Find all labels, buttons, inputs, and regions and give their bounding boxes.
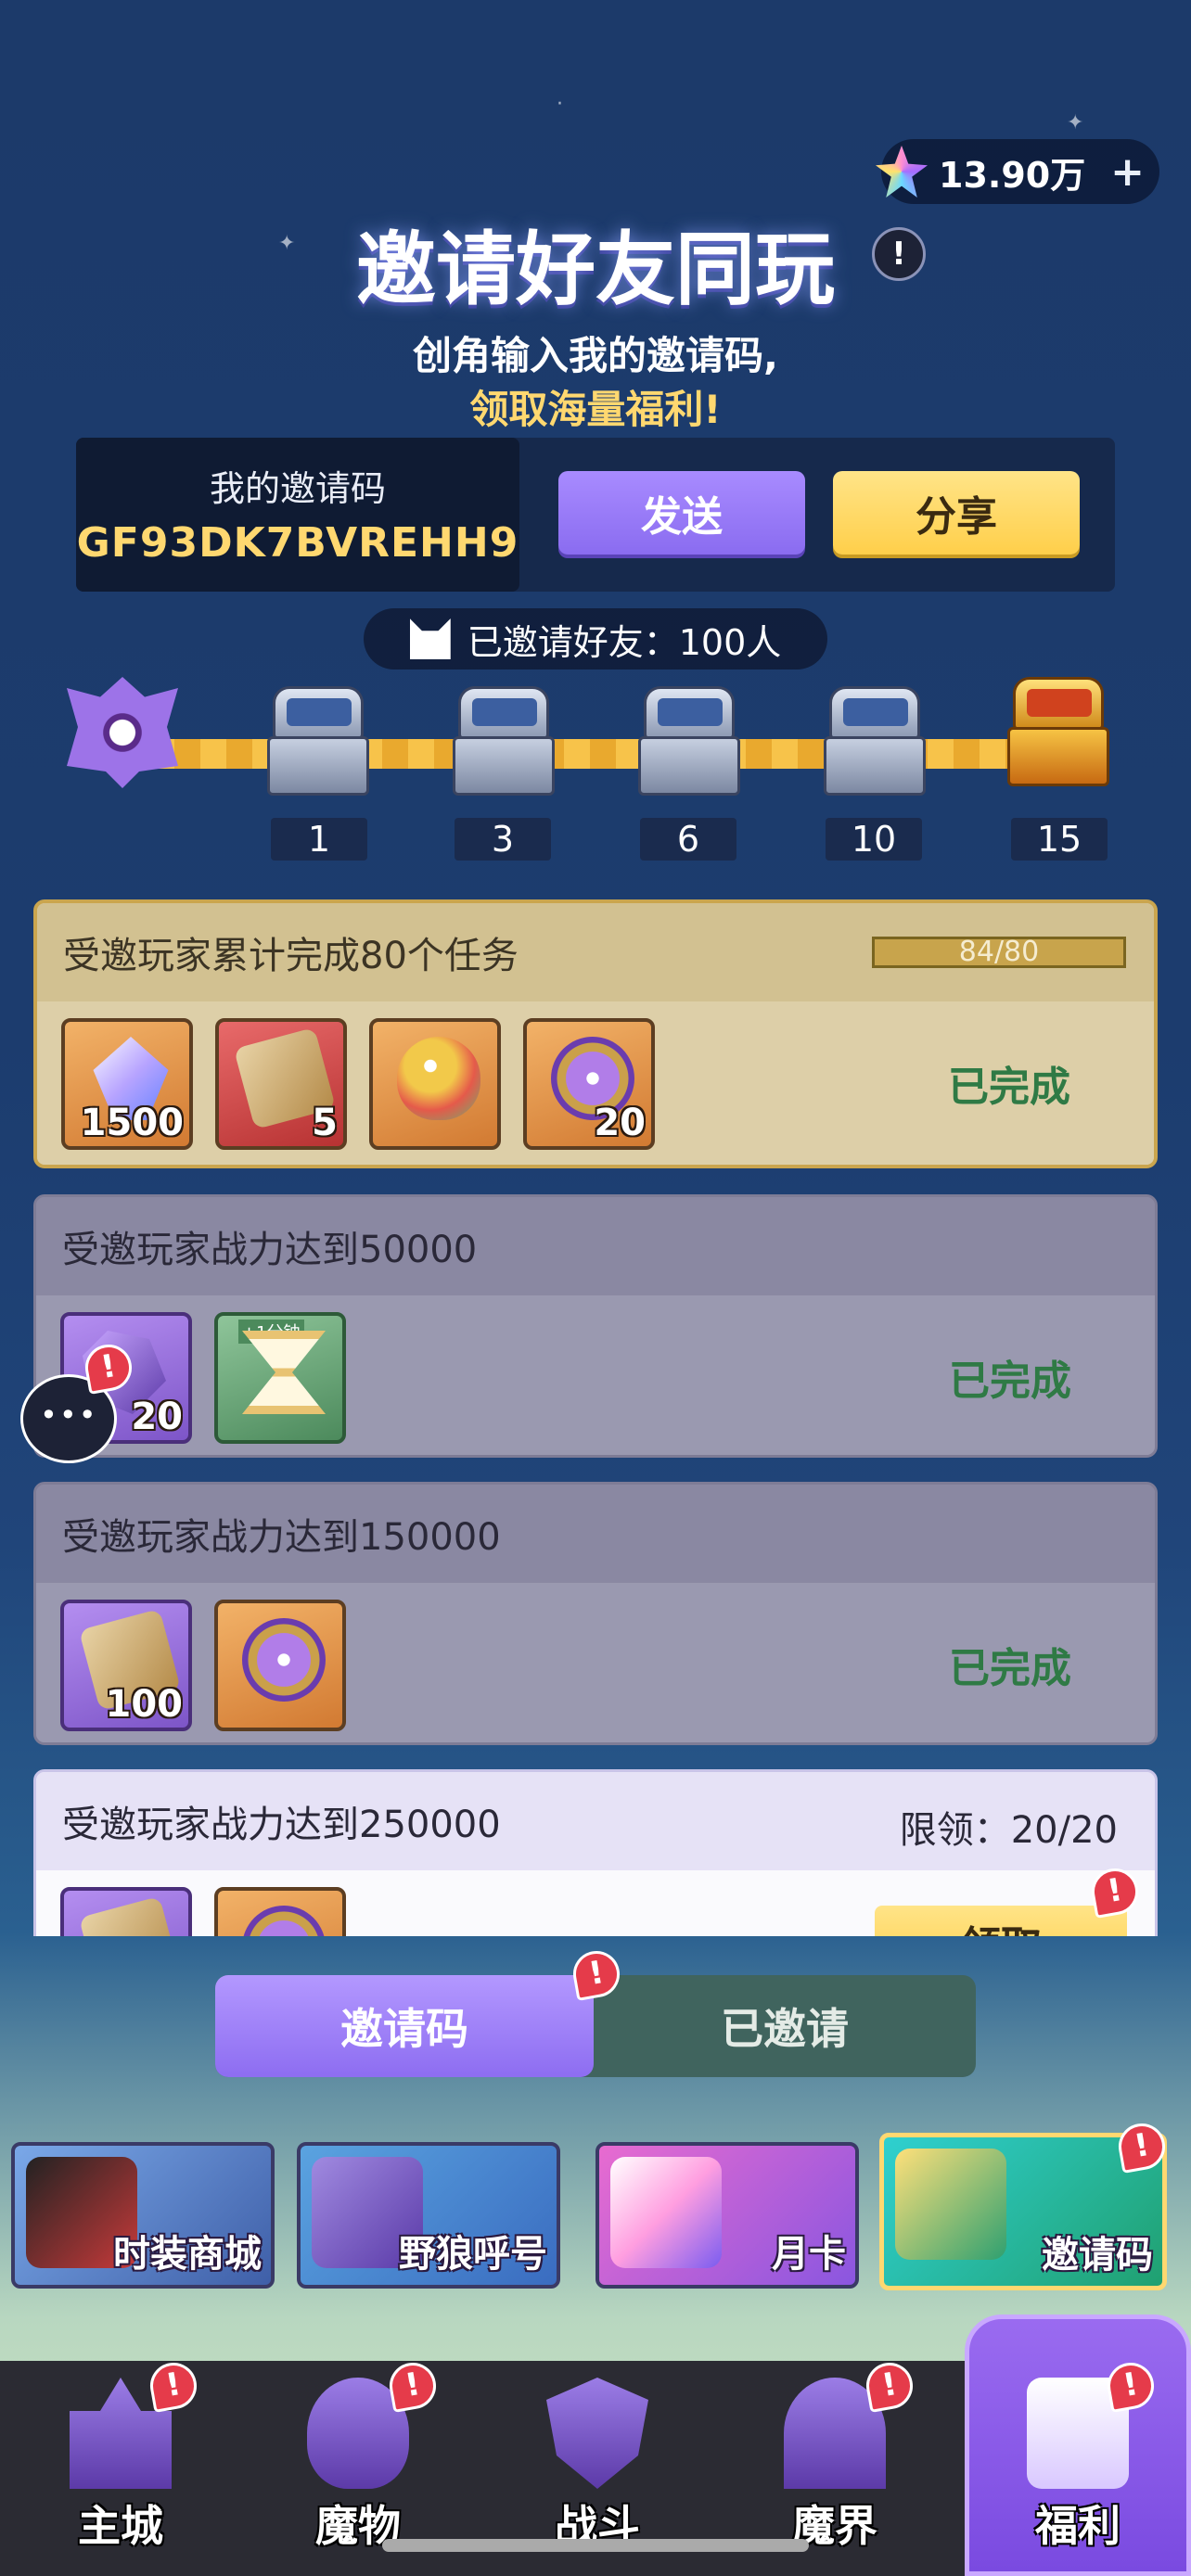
reward-item[interactable]: 100	[60, 1600, 192, 1731]
shield-icon	[546, 2378, 648, 2489]
scroll-icon	[78, 1895, 182, 1936]
gift-box-icon	[895, 2149, 1006, 2260]
banner-label: 时装商城	[113, 2233, 262, 2276]
task-status: 已完成	[949, 1358, 1071, 1405]
task-card: 受邀玩家战力达到250000 限领：20/20 领取 !	[33, 1769, 1158, 1936]
add-currency-button[interactable]: +	[1110, 148, 1145, 196]
subtitle-line2: 领取海量福利!	[469, 387, 722, 432]
page-title: 邀请好友同玩	[356, 223, 835, 316]
reward-item[interactable]: +1分钟	[214, 1312, 346, 1444]
tab-invite-code[interactable]: 邀请码	[215, 1975, 594, 2077]
task-title: 受邀玩家累计完成80个任务	[63, 935, 519, 977]
subtitle-line1: 创角输入我的邀请码,	[413, 333, 778, 378]
medal-icon	[242, 1618, 326, 1702]
chest-icon[interactable]	[453, 686, 555, 796]
invite-code-label: 我的邀请码	[209, 468, 386, 509]
task-card: 受邀玩家累计完成80个任务 84/80 1500 5 20 已完成	[33, 899, 1158, 1168]
milestone-label: 10	[826, 818, 922, 861]
milestone-label: 15	[1011, 818, 1108, 861]
alert-badge-icon: !	[1088, 1865, 1142, 1919]
task-card: 受邀玩家战力达到50000 20 +1分钟 已完成	[33, 1194, 1158, 1458]
chest-icon[interactable]	[824, 686, 926, 796]
task-progress-bar: 84/80	[872, 937, 1126, 968]
egg-icon	[397, 1037, 480, 1120]
banner-fashion-shop[interactable]: 时装商城	[11, 2142, 275, 2289]
star-crystal-icon	[876, 146, 928, 198]
invite-code-value[interactable]: GF93DK7BVREHH9	[76, 519, 519, 567]
invited-count-text: 已邀请好友：100人	[467, 621, 782, 663]
banner-label: 邀请码	[1042, 2234, 1153, 2276]
hourglass-icon	[242, 1331, 326, 1414]
claim-button[interactable]: 领取	[875, 1906, 1127, 1936]
cat-icon	[409, 618, 451, 659]
currency-value: 13.90万	[939, 154, 1086, 196]
medal-icon	[242, 1906, 326, 1936]
task-card: 受邀玩家战力达到150000 100 已完成	[33, 1482, 1158, 1745]
task-status: 已完成	[948, 1064, 1070, 1111]
chest-icon[interactable]	[267, 686, 369, 796]
currency-bar: 13.90万 +	[876, 139, 1159, 204]
task-title: 受邀玩家战力达到250000	[62, 1804, 501, 1846]
tab-invited[interactable]: 已邀请	[596, 1975, 974, 2077]
reward-qty: 1500	[80, 1102, 184, 1144]
nav-label: 福利	[1035, 2501, 1121, 2551]
task-title: 受邀玩家战力达到150000	[62, 1516, 501, 1559]
task-status: 已完成	[949, 1645, 1071, 1692]
reward-item[interactable]	[60, 1887, 192, 1936]
task-list[interactable]: 受邀玩家累计完成80个任务 84/80 1500 5 20 已完成 受邀玩家战力…	[33, 899, 1158, 1936]
milestone-label: 1	[271, 818, 367, 861]
claim-limit: 限领：20/20	[899, 1809, 1118, 1852]
task-progress-text: 84/80	[958, 936, 1040, 968]
invited-count: 已邀请好友：100人	[364, 608, 827, 670]
gold-chest-icon[interactable]	[1007, 677, 1109, 786]
invite-code-panel: 我的邀请码 GF93DK7BVREHH9 发送 分享	[76, 438, 1115, 592]
milestone-label: 3	[455, 818, 551, 861]
info-icon[interactable]: !	[872, 227, 926, 281]
mascot-icon	[67, 677, 178, 788]
nav-label: 主城	[78, 2501, 163, 2551]
reward-item[interactable]	[214, 1887, 346, 1936]
task-title: 受邀玩家战力达到50000	[62, 1229, 478, 1271]
banner-label: 野狼呼号	[399, 2233, 547, 2276]
reward-item[interactable]	[214, 1600, 346, 1731]
send-button[interactable]: 发送	[558, 471, 805, 555]
reward-item[interactable]: 1500	[61, 1018, 193, 1150]
share-button[interactable]: 分享	[833, 471, 1080, 555]
reward-qty: 20	[131, 1396, 183, 1438]
home-indicator[interactable]	[382, 2539, 809, 2552]
invite-code-box: 我的邀请码 GF93DK7BVREHH9	[76, 438, 519, 592]
reward-qty: 5	[312, 1102, 338, 1144]
star-crystal-icon	[610, 2157, 722, 2268]
banner-monthly-card[interactable]: 月卡	[596, 2142, 859, 2289]
chest-icon[interactable]	[638, 686, 740, 796]
milestone-label: 6	[640, 818, 736, 861]
reward-item[interactable]: 20	[523, 1018, 655, 1150]
banner-wolf-call[interactable]: 野狼呼号	[297, 2142, 560, 2289]
reward-qty: 100	[105, 1683, 184, 1726]
reward-item[interactable]: 5	[215, 1018, 347, 1150]
banner-label: 月卡	[772, 2233, 846, 2276]
reward-item[interactable]	[369, 1018, 501, 1150]
reward-qty: 20	[594, 1102, 646, 1144]
